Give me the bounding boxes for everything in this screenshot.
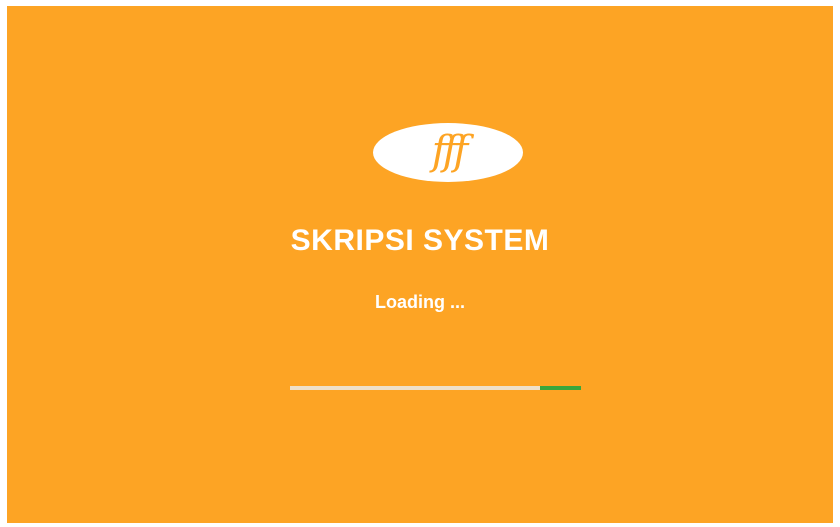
- app-logo: fff: [373, 123, 523, 182]
- app-title: SKRIPSI SYSTEM: [290, 224, 550, 257]
- logo-text: fff: [431, 127, 468, 174]
- loading-status: Loading ...: [375, 292, 465, 312]
- progress-bar: [290, 386, 581, 390]
- progress-indicator: [540, 386, 581, 390]
- loading-screen: fff SKRIPSI SYSTEM Loading ...: [7, 6, 833, 523]
